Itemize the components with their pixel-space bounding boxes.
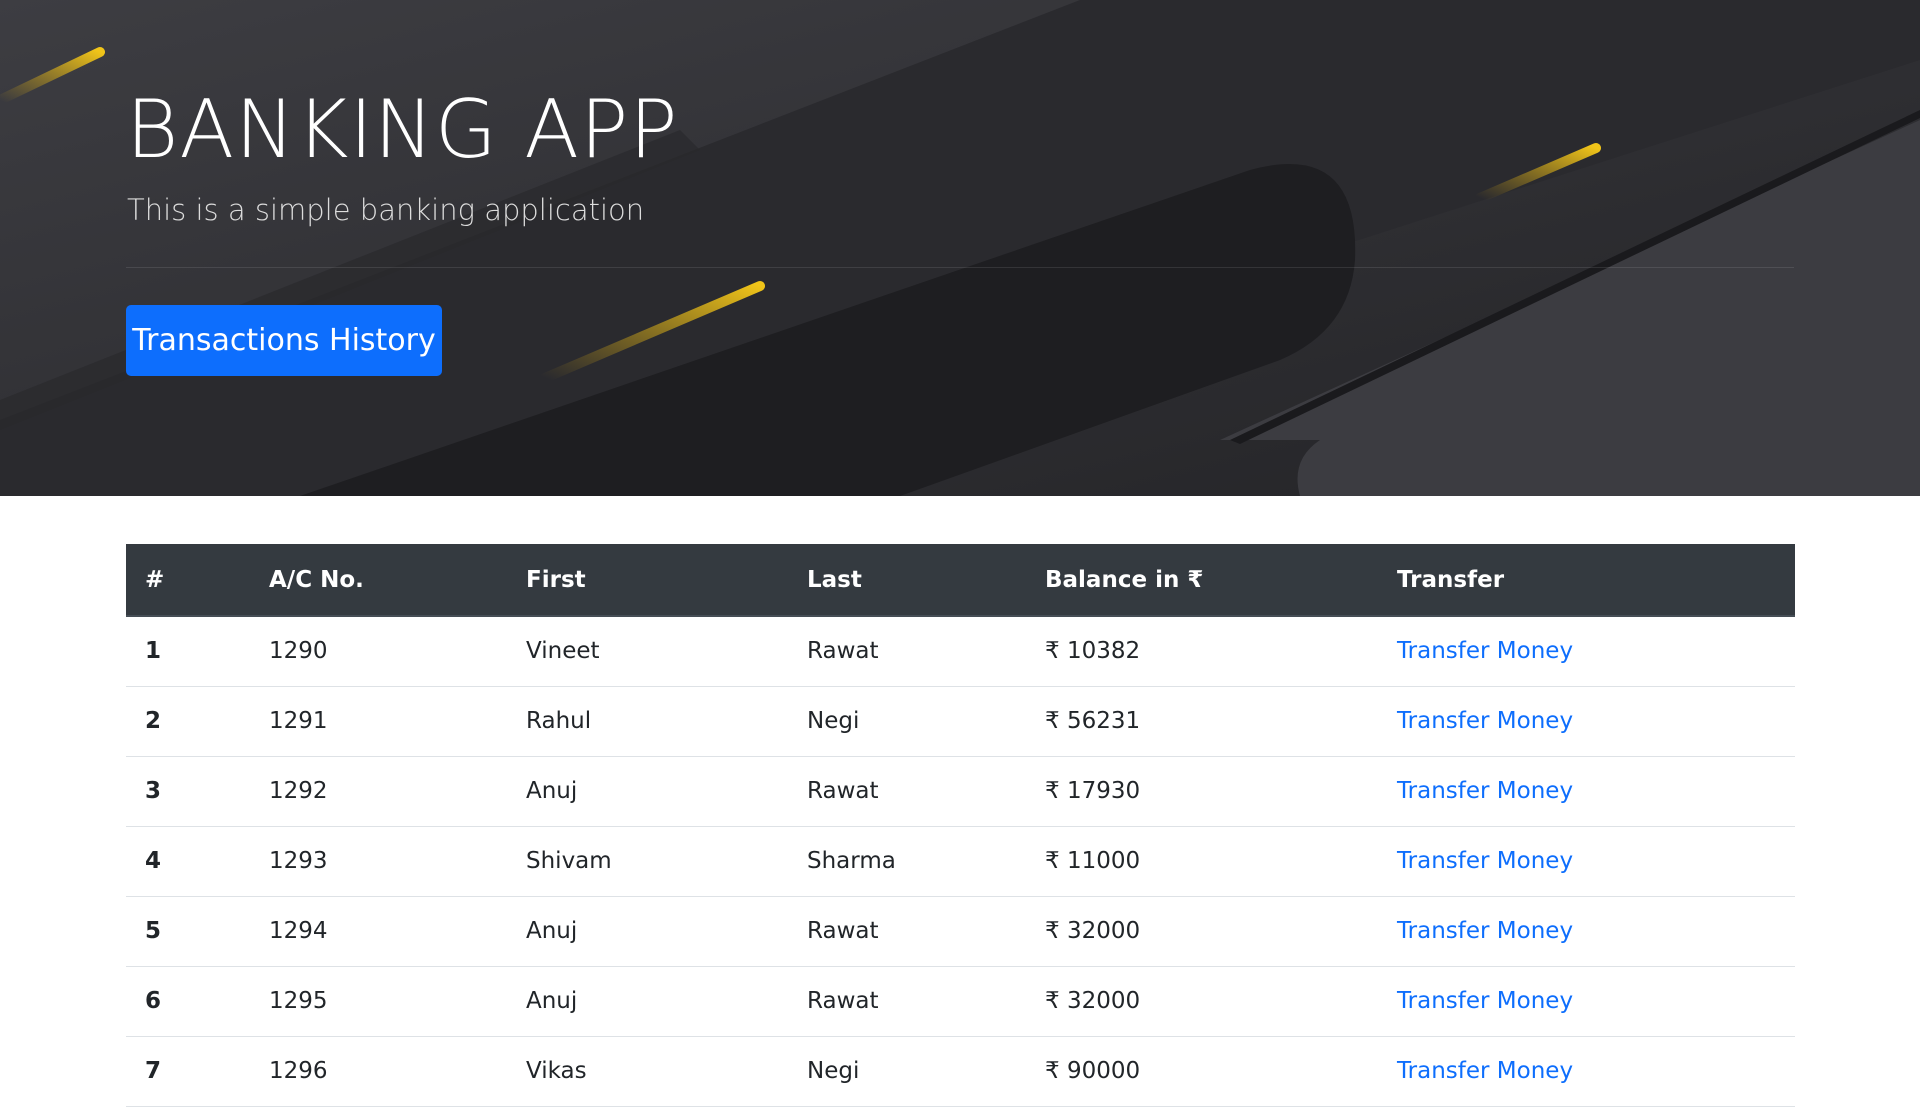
transfer-money-link[interactable]: Transfer Money: [1397, 778, 1573, 804]
table-row: 3 1292 Anuj Rawat ₹ 17930 Transfer Money: [126, 756, 1795, 826]
first-name: Anuj: [526, 988, 578, 1014]
transfer-cell: Transfer Money: [1378, 826, 1795, 896]
hero-divider: [126, 267, 1794, 268]
accounts-table-container: # A/C No. First Last Balance in ₹ Transf…: [126, 544, 1795, 1107]
table-row: 2 1291 Rahul Negi ₹ 56231 Transfer Money: [126, 686, 1795, 756]
last-name: Negi: [807, 708, 860, 734]
row-index: 6: [145, 988, 162, 1014]
page-subtitle: This is a simple banking application: [127, 193, 645, 227]
transactions-history-button[interactable]: Transactions History: [126, 305, 442, 376]
first-name: Vikas: [526, 1058, 587, 1084]
first-name: Anuj: [526, 918, 578, 944]
transfer-cell: Transfer Money: [1378, 686, 1795, 756]
transfer-cell: Transfer Money: [1378, 966, 1795, 1036]
table-row: 1 1290 Vineet Rawat ₹ 10382 Transfer Mon…: [126, 616, 1795, 686]
accounts-table: # A/C No. First Last Balance in ₹ Transf…: [126, 544, 1795, 1107]
header-last-name: Last: [788, 544, 1026, 617]
first-name: Anuj: [526, 778, 578, 804]
table-row: 7 1296 Vikas Negi ₹ 90000 Transfer Money: [126, 1036, 1795, 1106]
transfer-cell: Transfer Money: [1378, 756, 1795, 826]
row-index: 5: [145, 918, 162, 944]
transfer-money-link[interactable]: Transfer Money: [1397, 1058, 1573, 1084]
balance: ₹ 11000: [1045, 848, 1141, 874]
page-title: BANKING APP: [126, 83, 679, 176]
header-balance: Balance in ₹: [1026, 544, 1378, 617]
first-name: Shivam: [526, 848, 612, 874]
transfer-money-link[interactable]: Transfer Money: [1397, 918, 1573, 944]
last-name: Rawat: [807, 988, 879, 1014]
hero-background-art: [0, 0, 1920, 496]
table-row: 4 1293 Shivam Sharma ₹ 11000 Transfer Mo…: [126, 826, 1795, 896]
account-number: 1294: [269, 918, 328, 944]
last-name: Rawat: [807, 778, 879, 804]
transfer-money-link[interactable]: Transfer Money: [1397, 848, 1573, 874]
table-row: 5 1294 Anuj Rawat ₹ 32000 Transfer Money: [126, 896, 1795, 966]
table-header: # A/C No. First Last Balance in ₹ Transf…: [126, 544, 1795, 617]
header-index: #: [126, 544, 250, 617]
hero-banner: BANKING APP This is a simple banking app…: [0, 0, 1920, 496]
last-name: Negi: [807, 1058, 860, 1084]
transfer-cell: Transfer Money: [1378, 896, 1795, 966]
row-index: 7: [145, 1058, 162, 1084]
balance: ₹ 17930: [1045, 778, 1141, 804]
row-index: 4: [145, 848, 162, 874]
account-number: 1295: [269, 988, 328, 1014]
transfer-money-link[interactable]: Transfer Money: [1397, 988, 1573, 1014]
account-number: 1293: [269, 848, 328, 874]
header-account-number: A/C No.: [250, 544, 507, 617]
account-number: 1290: [269, 638, 328, 665]
table-header-row: # A/C No. First Last Balance in ₹ Transf…: [126, 544, 1795, 617]
account-number: 1296: [269, 1058, 328, 1084]
first-name: Rahul: [526, 708, 592, 734]
row-index: 2: [145, 708, 162, 734]
transfer-cell: Transfer Money: [1378, 1036, 1795, 1106]
row-index: 1: [145, 638, 162, 665]
balance: ₹ 10382: [1045, 638, 1141, 665]
balance: ₹ 56231: [1045, 708, 1141, 734]
last-name: Sharma: [807, 848, 896, 874]
balance: ₹ 32000: [1045, 918, 1141, 944]
last-name: Rawat: [807, 638, 879, 665]
transfer-money-link[interactable]: Transfer Money: [1397, 708, 1573, 734]
table-body: 1 1290 Vineet Rawat ₹ 10382 Transfer Mon…: [126, 616, 1795, 1106]
header-transfer: Transfer: [1378, 544, 1795, 617]
row-index: 3: [145, 778, 162, 804]
account-number: 1291: [269, 708, 328, 734]
transfer-money-link[interactable]: Transfer Money: [1397, 638, 1573, 664]
header-first-name: First: [507, 544, 788, 617]
account-number: 1292: [269, 778, 328, 804]
first-name: Vineet: [526, 638, 600, 665]
last-name: Rawat: [807, 918, 879, 944]
balance: ₹ 32000: [1045, 988, 1141, 1014]
balance: ₹ 90000: [1045, 1058, 1141, 1084]
table-row: 6 1295 Anuj Rawat ₹ 32000 Transfer Money: [126, 966, 1795, 1036]
transfer-cell: Transfer Money: [1378, 616, 1795, 686]
